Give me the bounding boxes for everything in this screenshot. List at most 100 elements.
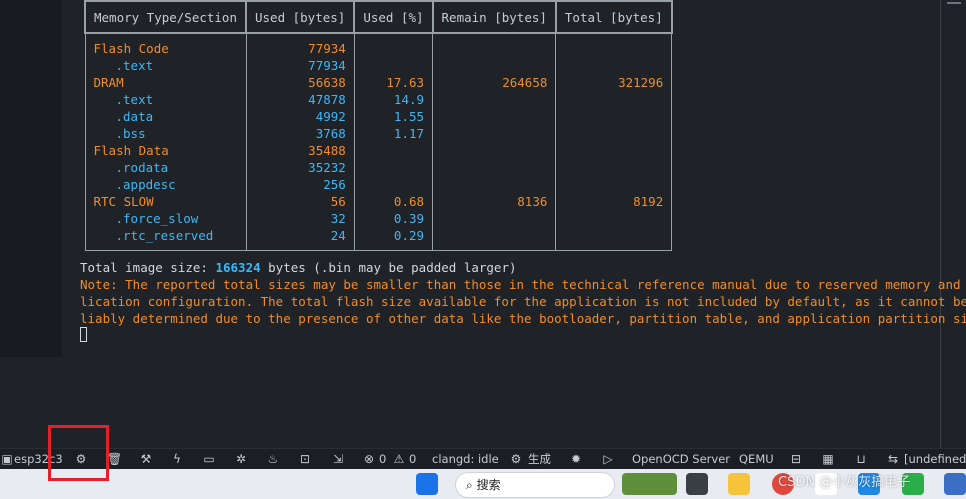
cell-total-bytes — [555, 159, 673, 176]
trash-icon[interactable]: 🗑 — [107, 452, 122, 466]
warning-icon[interactable]: ⚠ — [392, 452, 406, 466]
windows-start-icon[interactable] — [416, 473, 438, 495]
cell-used-percent: 0.29 — [353, 227, 434, 251]
table-row: .text 47878 14.9 — [84, 91, 673, 108]
cell-used-bytes: 3768 — [245, 125, 355, 142]
cell-remain-bytes — [432, 210, 557, 227]
cell-memory-type: RTC SLOW — [84, 193, 247, 210]
header-memory-type: Memory Type/Section — [84, 0, 247, 34]
monitor-icon[interactable]: ▭ — [202, 452, 216, 466]
memory-usage-table: Memory Type/Section Used [bytes] Used [%… — [84, 0, 673, 251]
watermark: CSDN @小灰灰搞电子 — [778, 475, 911, 490]
cell-used-bytes: 4992 — [245, 108, 355, 125]
highlight-box — [48, 425, 109, 481]
cell-used-percent — [353, 142, 434, 159]
cell-total-bytes — [555, 176, 673, 193]
run-icon[interactable]: ▷ — [601, 452, 615, 466]
cell-memory-type: .bss — [84, 125, 247, 142]
flame-icon[interactable]: ♨ — [266, 452, 280, 466]
undefined-status[interactable]: [undefined] — [904, 449, 966, 469]
cell-used-percent: 0.39 — [353, 210, 434, 227]
cell-remain-bytes — [432, 227, 557, 251]
cell-used-bytes: 77934 — [245, 33, 355, 57]
cell-memory-type: .appdesc — [84, 176, 247, 193]
cell-used-percent: 17.63 — [353, 74, 434, 91]
cell-memory-type: .rtc_reserved — [84, 227, 247, 251]
cell-used-bytes: 32 — [245, 210, 355, 227]
search-placeholder: 搜索 — [476, 478, 501, 492]
build-button[interactable]: 生成 — [528, 449, 551, 469]
import-icon[interactable]: ⇲ — [331, 452, 345, 466]
taskview-icon[interactable] — [686, 473, 708, 495]
header-remain-bytes: Remain [bytes] — [431, 0, 557, 34]
qemu-button[interactable]: QEMU — [739, 449, 774, 469]
header-used-bytes: Used [bytes] — [244, 0, 356, 34]
cell-used-percent — [353, 57, 434, 74]
table-row: .rodata 35232 — [84, 159, 673, 176]
note-line-3: liably determined due to the presence of… — [80, 311, 966, 326]
error-icon[interactable]: ⊗ — [362, 452, 376, 466]
cell-total-bytes — [555, 33, 673, 57]
search-icon: ⌕ — [466, 478, 473, 492]
save-icon[interactable]: ⊟ — [789, 452, 803, 466]
taskbar-search[interactable]: ⌕ 搜索 — [455, 472, 615, 498]
widget-icon[interactable] — [622, 473, 677, 495]
terminal-icon[interactable]: ⊡ — [298, 452, 312, 466]
note-line-2: lication configuration. The total flash … — [80, 294, 966, 309]
table-row: .bss 3768 1.17 — [84, 125, 673, 142]
cell-memory-type: .data — [84, 108, 247, 125]
cell-memory-type: .text — [84, 91, 247, 108]
cell-memory-type: .force_slow — [84, 210, 247, 227]
cell-memory-type: .text — [84, 57, 247, 74]
cell-total-bytes — [555, 125, 673, 142]
cell-remain-bytes — [432, 57, 557, 74]
bug-icon[interactable]: ✹ — [569, 452, 583, 466]
header-used-percent: Used [%] — [353, 0, 434, 34]
status-bar: ▣ esp32c3 ⚙ 🗑 ⚒ ϟ ▭ ✲ ♨ ⊡ ⇲ ⊗ 0 ⚠ 0 clan… — [0, 448, 966, 469]
side-panel — [0, 0, 62, 357]
cell-used-percent: 1.55 — [353, 108, 434, 125]
table-header-row: Memory Type/Section Used [bytes] Used [%… — [84, 0, 673, 34]
openocd-server-button[interactable]: OpenOCD Server — [632, 449, 730, 469]
cell-used-bytes: 77934 — [245, 57, 355, 74]
table-row: .appdesc 256 — [84, 176, 673, 193]
scroll-marker — [947, 2, 961, 4]
cell-total-bytes — [555, 57, 673, 74]
app-icon-2[interactable] — [944, 473, 966, 495]
cell-memory-type: DRAM — [84, 74, 247, 91]
cell-remain-bytes — [432, 108, 557, 125]
terminal-cursor — [80, 327, 87, 342]
debug-icon[interactable]: ✲ — [234, 452, 248, 466]
cell-total-bytes — [555, 210, 673, 227]
cell-used-percent — [353, 176, 434, 193]
build-gear-icon[interactable]: ⚙ — [509, 452, 523, 466]
file-explorer-icon[interactable] — [728, 473, 750, 495]
cell-used-bytes: 56 — [245, 193, 355, 210]
total-image-size-line: Total image size: 166324 bytes (.bin may… — [80, 259, 517, 276]
tray-icon[interactable]: ⊔ — [854, 452, 868, 466]
cell-used-bytes: 47878 — [245, 91, 355, 108]
cell-used-percent — [353, 159, 434, 176]
table-row: Flash Data 35488 — [84, 142, 673, 159]
cell-used-percent — [353, 33, 434, 57]
error-count[interactable]: 0 — [379, 449, 386, 469]
minimap-scrollbar[interactable] — [940, 0, 966, 448]
cell-used-bytes: 256 — [245, 176, 355, 193]
clangd-status[interactable]: clangd: idle — [432, 449, 499, 469]
cell-remain-bytes — [432, 125, 557, 142]
table-row: Flash Code 77934 — [84, 33, 673, 57]
cell-total-bytes — [555, 108, 673, 125]
flash-icon[interactable]: ϟ — [170, 452, 184, 466]
cell-used-bytes: 56638 — [245, 74, 355, 91]
table-row: .text 77934 — [84, 57, 673, 74]
chip-icon: ▣ — [1, 452, 13, 466]
cell-memory-type: .rodata — [84, 159, 247, 176]
table-row: RTC SLOW 56 0.68 8136 8192 — [84, 193, 673, 210]
calendar-icon[interactable]: ▦ — [821, 452, 835, 466]
cell-remain-bytes — [432, 91, 557, 108]
warning-count[interactable]: 0 — [409, 449, 416, 469]
wrench-icon[interactable]: ⚒ — [139, 452, 153, 466]
cell-remain-bytes — [432, 33, 557, 57]
sync-icon[interactable]: ⇆ — [886, 452, 900, 466]
cell-total-bytes — [555, 91, 673, 108]
